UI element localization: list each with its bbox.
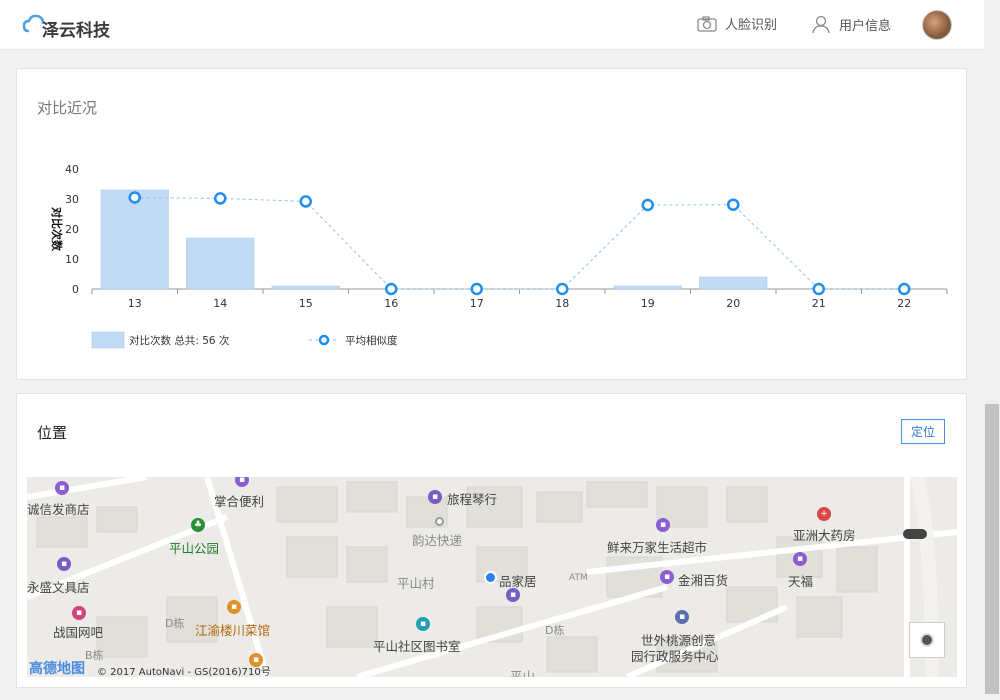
nav-face-recognition[interactable]: 人脸识别: [697, 14, 777, 33]
traffic-light-icon: [903, 529, 927, 539]
map-label: D栋: [165, 617, 185, 630]
similarity-point: [727, 198, 740, 211]
y-tick-label: 30: [65, 193, 79, 206]
top-bar: 泽云科技 人脸识别 用户信息: [0, 0, 984, 50]
map-label: 园行政服务中心: [631, 649, 719, 664]
map-label: 掌合便利: [214, 494, 265, 509]
park-icon: ♣: [191, 518, 205, 532]
map-label: 旅程琴行: [447, 492, 498, 507]
x-tick-label: 21: [812, 297, 826, 310]
location-title: 位置: [37, 424, 68, 442]
similarity-point: [128, 191, 141, 204]
map-label: ATM: [569, 573, 588, 583]
scrollbar-thumb[interactable]: [985, 404, 999, 694]
nav-face-label: 人脸识别: [725, 18, 778, 33]
shop-icon: ▪: [656, 518, 670, 532]
map-label: 江渝楼川菜馆: [195, 623, 271, 638]
shop-icon: ▪: [660, 570, 674, 584]
map-label: 金湘百货: [678, 573, 729, 588]
similarity-point: [299, 195, 312, 208]
map-label: 诚信发商店: [27, 502, 90, 517]
brand-name: 泽云科技: [42, 21, 110, 41]
store-icon: ▪: [506, 588, 520, 602]
legend-bar-label: 对比次数 总共: 56 次: [129, 334, 230, 347]
location-card: 位置 定位 诚信发商店 掌合便利 旅程琴行 平山公园 韵达快递 鲜来万家生活超市…: [16, 393, 967, 688]
bar: [699, 276, 768, 290]
building-icon: ▪: [675, 610, 689, 624]
y-tick-label: 20: [65, 223, 79, 236]
marker-icon: [435, 517, 444, 526]
map-label: 永盛文具店: [27, 580, 90, 595]
y-tick-label: 40: [65, 163, 79, 176]
locate-button[interactable]: 定位: [901, 419, 945, 444]
similarity-point: [641, 198, 654, 212]
similarity-point: [470, 282, 483, 296]
similarity-point: [385, 282, 398, 296]
internet-cafe-icon: ▪: [72, 606, 86, 620]
map-label: 平山: [510, 669, 536, 677]
legend-line-label: 平均相似度: [345, 334, 398, 347]
scrollbar[interactable]: [984, 0, 1000, 700]
x-tick-label: 14: [213, 297, 227, 310]
nav-user-info[interactable]: 用户信息: [811, 14, 891, 34]
legend-bar-swatch: [91, 331, 125, 349]
brand-logo[interactable]: 泽云科技: [22, 8, 110, 41]
map-label: 韵达快递: [412, 533, 463, 548]
restaurant-icon: ▪: [227, 600, 241, 614]
camera-icon: [697, 15, 717, 32]
location-dot-icon: [484, 571, 497, 584]
map-label: 天福: [788, 574, 814, 589]
similarity-point: [214, 192, 227, 205]
bar: [186, 237, 255, 290]
avatar[interactable]: [922, 10, 952, 40]
similarity-point: [556, 282, 569, 296]
map-label: D栋: [545, 624, 565, 637]
store-icon: ▪: [428, 490, 442, 504]
map-label: 亚洲大药房: [793, 528, 856, 543]
map-logo: 高德地图: [29, 661, 85, 677]
map-label: 鲜来万家生活超市: [607, 540, 708, 555]
bar: [613, 285, 682, 290]
shop-icon: ▪: [55, 481, 69, 495]
store-icon: ▪: [57, 557, 71, 571]
library-icon: ▪: [416, 617, 430, 631]
similarity-point: [812, 282, 825, 296]
x-tick-label: 16: [384, 297, 398, 310]
x-tick-label: 19: [641, 297, 655, 310]
x-tick-label: 20: [726, 297, 740, 310]
x-tick-label: 13: [128, 297, 142, 310]
x-tick-label: 15: [299, 297, 313, 310]
legend-line-marker: [318, 334, 330, 346]
map-copyright: © 2017 AutoNavi - GS(2016)710号: [97, 667, 271, 677]
user-icon: [812, 15, 830, 34]
x-tick-label: 22: [897, 297, 911, 310]
y-tick-label: 0: [72, 283, 79, 296]
map-label: 平山公园: [169, 541, 220, 556]
map-label: 平山村: [397, 576, 435, 591]
nav-user-label: 用户信息: [839, 18, 892, 34]
x-tick-label: 18: [555, 297, 569, 310]
shop-icon: ▪: [793, 552, 807, 566]
pharmacy-icon: +: [817, 507, 831, 521]
bar: [271, 285, 340, 290]
bar: [100, 189, 169, 290]
map-label: B栋: [85, 649, 104, 662]
map-label: 品家居: [499, 574, 537, 589]
y-tick-label: 10: [65, 253, 79, 266]
map-locate-control[interactable]: [909, 622, 945, 658]
locate-icon: [920, 633, 934, 647]
map-view[interactable]: 诚信发商店 掌合便利 旅程琴行 平山公园 韵达快递 鲜来万家生活超市 亚洲大药房…: [27, 477, 957, 677]
x-tick-label: 17: [470, 297, 484, 310]
similarity-point: [898, 282, 911, 296]
map-label: 战国网吧: [53, 625, 104, 640]
map-label: 平山社区图书室: [373, 639, 461, 654]
y-axis-label: 对比次数: [50, 207, 64, 252]
compare-chart: 0 10 20 30 40 对比次数 13 14 15 16 17 18 19 20 21 22 对比次数 总共…: [50, 163, 948, 349]
compare-card: 对比近况 0 10 20 30 40 对比次数 13 14 15 16 17 18 19 20 21 22 对比…: [16, 68, 967, 380]
